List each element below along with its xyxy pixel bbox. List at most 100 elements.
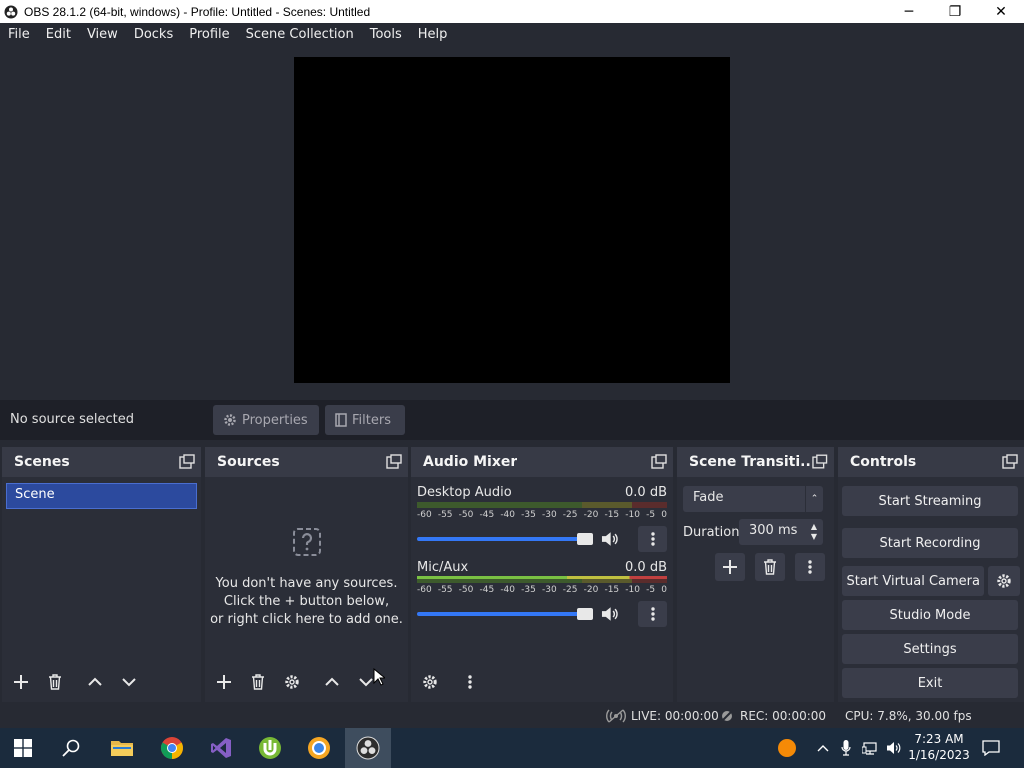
move-scene-up-button[interactable] [80,668,110,696]
taskbar-browser[interactable] [296,728,342,768]
trash-icon [252,674,264,690]
controls-dock-title: Controls [850,454,917,470]
tray-network[interactable] [860,728,882,768]
add-scene-button[interactable] [6,668,36,696]
chevron-down-icon [122,678,136,687]
audio-mixer-menu-button[interactable] [455,668,485,696]
channel-name: Mic/Aux [417,560,469,575]
start-streaming-button[interactable]: Start Streaming [842,486,1018,516]
gear-icon [224,414,236,426]
scene-transitions-dock: Scene Transiti... Fade ⌃ Duration 300 ms… [677,447,834,702]
remove-transition-button[interactable] [755,553,785,581]
advanced-audio-button[interactable] [415,668,445,696]
record-off-icon [720,709,734,723]
live-time: LIVE: 00:00:00 [631,709,719,723]
duration-spinbox[interactable]: 300 ms ▲ ▼ [739,519,823,545]
scene-list-item[interactable]: Scene [6,483,197,509]
undock-icon[interactable] [812,454,828,470]
channel-name: Desktop Audio [417,485,512,500]
tray-notification-app[interactable] [774,728,800,768]
mouse-cursor-icon [373,668,385,686]
properties-button[interactable]: Properties [213,405,319,435]
sources-dock-header: Sources [205,447,408,477]
speaker-icon[interactable] [601,606,618,622]
scene-transitions-dock-header: Scene Transiti... [677,447,834,477]
undock-icon[interactable] [179,454,195,470]
channel-menu-button[interactable] [638,526,668,552]
filters-button[interactable]: Filters [325,405,405,435]
undock-icon[interactable] [1002,454,1018,470]
menu-help[interactable]: Help [410,23,456,47]
sources-empty-state[interactable]: You don't have any sources. Click the + … [205,527,408,629]
clock-time: 7:23 AM [914,732,964,746]
taskbar-visual-studio[interactable] [198,728,244,768]
scenes-dock-header: Scenes [2,447,201,477]
start-recording-button[interactable]: Start Recording [842,528,1018,558]
tray-microphone[interactable] [836,728,856,768]
volume-slider[interactable] [417,533,593,545]
transition-select[interactable]: Fade ⌃ [683,486,823,512]
settings-button[interactable]: Settings [842,634,1018,664]
menu-tools[interactable]: Tools [362,23,410,47]
properties-label: Properties [242,412,308,428]
gear-icon [423,675,437,689]
start-virtual-camera-button[interactable]: Start Virtual Camera [842,566,984,596]
plus-icon [723,560,737,574]
microphone-icon [841,740,851,756]
rec-time: REC: 00:00:00 [740,709,827,723]
transition-menu-button[interactable] [795,553,825,581]
menu-scene-collection[interactable]: Scene Collection [238,23,362,47]
remove-scene-button[interactable] [40,668,70,696]
preview-canvas[interactable] [294,57,730,383]
volume-slider-handle[interactable] [576,608,593,620]
taskbar-utorrent[interactable] [247,728,293,768]
question-mark-icon [292,528,321,556]
spin-arrows-icon[interactable]: ▲ ▼ [805,519,823,545]
move-scene-down-button[interactable] [114,668,144,696]
kebab-icon [650,532,655,546]
menu-bar: File Edit View Docks Profile Scene Colle… [0,23,1024,47]
menu-view[interactable]: View [79,23,126,47]
volume-slider[interactable] [417,608,593,620]
menu-docks[interactable]: Docks [126,23,181,47]
close-button[interactable]: ✕ [978,0,1024,23]
move-source-up-button[interactable] [317,668,347,696]
audio-channel-mic: Mic/Aux 0.0 dB -60 -55 -50 -45 -40 -35 -30 -25-… [417,560,668,627]
exit-button[interactable]: Exit [842,668,1018,698]
menu-file[interactable]: File [0,23,38,47]
studio-mode-button[interactable]: Studio Mode [842,600,1018,630]
tray-show-hidden-button[interactable] [812,728,834,768]
action-center-button[interactable] [978,728,1004,768]
channel-menu-button[interactable] [638,601,668,627]
obs-logo-icon [4,5,18,18]
orange-circle-icon [778,739,796,757]
taskbar-clock[interactable]: 7:23 AM 1/16/2023 [906,731,972,763]
chrome-icon [161,737,183,759]
taskbar-search-button[interactable] [48,728,94,768]
menu-profile[interactable]: Profile [181,23,237,47]
window-title: OBS 28.1.2 (64-bit, windows) - Profile: … [24,4,371,19]
up-down-arrows-icon: ⌃ [805,486,823,512]
undock-icon[interactable] [651,454,667,470]
menu-edit[interactable]: Edit [38,23,79,47]
tray-volume[interactable] [884,728,904,768]
taskbar-file-explorer[interactable] [99,728,145,768]
speaker-icon[interactable] [601,531,618,547]
undock-icon[interactable] [386,454,402,470]
minimize-button[interactable]: ─ [886,0,932,23]
controls-dock-header: Controls [838,447,1024,477]
taskbar-chrome[interactable] [149,728,195,768]
folder-icon [111,741,133,756]
context-bar: No source selected Properties Filters [0,400,1024,440]
add-transition-button[interactable] [715,553,745,581]
add-source-button[interactable] [209,668,239,696]
source-properties-button[interactable] [277,668,307,696]
window-controls: ─ ❐ ✕ [886,0,1024,23]
virtual-camera-settings-button[interactable] [988,566,1020,596]
volume-slider-handle[interactable] [576,533,593,545]
start-button[interactable] [0,728,46,768]
maximize-button[interactable]: ❐ [932,0,978,23]
remove-source-button[interactable] [243,668,273,696]
scenes-dock-title: Scenes [14,454,70,470]
taskbar-obs[interactable] [345,728,391,768]
